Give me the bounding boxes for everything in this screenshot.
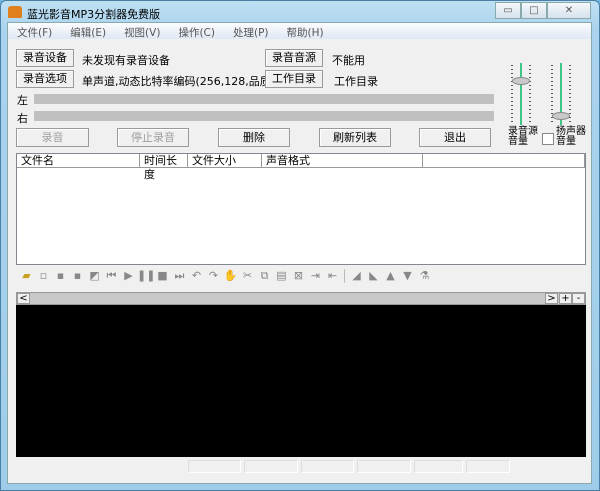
volume-up-icon[interactable]: ▲ bbox=[382, 268, 399, 284]
skip-forward-icon[interactable]: ⏭ bbox=[171, 268, 188, 284]
column-file-name[interactable]: 文件名 bbox=[17, 154, 140, 168]
slider-thumb[interactable] bbox=[512, 77, 530, 85]
save-as-icon[interactable]: ▪ bbox=[69, 268, 86, 284]
paste-icon[interactable]: ▤ bbox=[273, 268, 290, 284]
record-device-value: 未发现有录音设备 bbox=[82, 54, 170, 67]
maximize-button[interactable]: □ bbox=[521, 2, 547, 19]
menu-edit[interactable]: 编辑(E) bbox=[61, 23, 115, 39]
waveform-scrollbar[interactable]: < > + - bbox=[16, 292, 586, 305]
fade-in-icon[interactable]: ◢ bbox=[348, 268, 365, 284]
record-source-button[interactable]: 录音音源 bbox=[265, 49, 323, 67]
left-level-meter bbox=[34, 94, 494, 104]
record-source-value: 不能用 bbox=[332, 54, 365, 67]
minimize-button[interactable]: ▭ bbox=[495, 2, 521, 19]
column-empty bbox=[423, 154, 585, 168]
menu-view[interactable]: 视图(V) bbox=[115, 23, 169, 39]
right-level-meter bbox=[34, 111, 494, 121]
slider-thumb[interactable] bbox=[552, 112, 570, 120]
record-button[interactable]: 录音 bbox=[16, 128, 89, 147]
work-dir-button[interactable]: 工作目录 bbox=[265, 70, 323, 88]
play-icon[interactable]: ▶ bbox=[120, 268, 137, 284]
exit-button[interactable]: 退出 bbox=[419, 128, 491, 147]
waveform-display[interactable] bbox=[16, 305, 586, 457]
export-icon[interactable]: ◩ bbox=[86, 268, 103, 284]
record-source-volume-slider[interactable] bbox=[509, 63, 533, 125]
menu-process[interactable]: 处理(P) bbox=[224, 23, 278, 39]
pause-icon[interactable]: ❚❚ bbox=[137, 268, 155, 284]
status-segment bbox=[188, 460, 241, 473]
scroll-right-button[interactable]: > bbox=[545, 293, 558, 304]
open-folder-icon[interactable]: ▰ bbox=[18, 268, 35, 284]
speaker-checkbox[interactable] bbox=[542, 133, 554, 145]
speaker-volume-label: 扬声器音量 bbox=[556, 126, 586, 147]
record-device-button[interactable]: 录音设备 bbox=[16, 49, 74, 67]
redo-icon[interactable]: ↷ bbox=[205, 268, 222, 284]
status-segment bbox=[357, 460, 411, 473]
column-audio-format[interactable]: 声音格式 bbox=[262, 154, 423, 168]
volume-down-icon[interactable]: ▼ bbox=[399, 268, 416, 284]
status-segment bbox=[244, 460, 298, 473]
left-channel-label: 左 bbox=[17, 94, 28, 107]
close-button[interactable]: ✕ bbox=[547, 2, 591, 19]
copy-icon[interactable]: ⧉ bbox=[256, 268, 273, 284]
stop-icon[interactable]: ■ bbox=[154, 268, 171, 284]
right-channel-label: 右 bbox=[17, 112, 28, 125]
client-area: 文件(F) 编辑(E) 视图(V) 操作(C) 处理(P) 帮助(H) 录音设备… bbox=[7, 22, 592, 484]
save-icon[interactable]: ▪ bbox=[52, 268, 69, 284]
status-segment bbox=[414, 460, 463, 473]
hand-icon[interactable]: ✋ bbox=[222, 268, 239, 284]
menu-operate[interactable]: 操作(C) bbox=[169, 23, 224, 39]
editor-toolbar: ▰ ▫ ▪ ▪ ◩ ⏮ ▶ ❚❚ ■ ⏭ ↶ ↷ ✋ ✂ ⧉ ▤ ⊠ ⇥ ⇤ ◢… bbox=[18, 268, 433, 284]
file-list[interactable]: 文件名 时间长度 文件大小 声音格式 bbox=[16, 153, 586, 265]
record-source-volume-label: 录音源音量 bbox=[508, 126, 538, 147]
zoom-out-button[interactable]: - bbox=[572, 293, 585, 304]
trim-out-icon[interactable]: ⇤ bbox=[324, 268, 341, 284]
stop-record-button[interactable]: 停止录音 bbox=[117, 128, 189, 147]
record-options-button[interactable]: 录音选项 bbox=[16, 70, 74, 88]
cut-icon[interactable]: ✂ bbox=[239, 268, 256, 284]
window-title: 蓝光影音MP3分割器免费版 bbox=[27, 8, 161, 21]
trim-in-icon[interactable]: ⇥ bbox=[307, 268, 324, 284]
menu-bar: 文件(F) 编辑(E) 视图(V) 操作(C) 处理(P) 帮助(H) bbox=[8, 23, 591, 39]
status-segment bbox=[301, 460, 354, 473]
app-icon bbox=[8, 6, 22, 18]
column-file-size[interactable]: 文件大小 bbox=[188, 154, 262, 168]
record-options-value: 单声道,动态比特率编码(256,128,品质5) bbox=[82, 75, 283, 88]
effects-icon[interactable]: ⚗ bbox=[416, 268, 433, 284]
work-dir-value: 工作目录 bbox=[334, 75, 378, 88]
speaker-volume-slider[interactable] bbox=[549, 63, 573, 125]
fade-out-icon[interactable]: ◣ bbox=[365, 268, 382, 284]
skip-back-icon[interactable]: ⏮ bbox=[103, 268, 120, 284]
scroll-left-button[interactable]: < bbox=[17, 293, 30, 304]
menu-help[interactable]: 帮助(H) bbox=[278, 23, 333, 39]
column-duration[interactable]: 时间长度 bbox=[140, 154, 188, 181]
new-file-icon[interactable]: ▫ bbox=[35, 268, 52, 284]
delete-button[interactable]: 删除 bbox=[218, 128, 290, 147]
menu-file[interactable]: 文件(F) bbox=[8, 23, 61, 39]
refresh-list-button[interactable]: 刷新列表 bbox=[319, 128, 391, 147]
undo-icon[interactable]: ↶ bbox=[188, 268, 205, 284]
crop-icon[interactable]: ⊠ bbox=[290, 268, 307, 284]
toolbar-separator bbox=[344, 269, 345, 283]
status-segment bbox=[466, 460, 510, 473]
zoom-in-button[interactable]: + bbox=[559, 293, 572, 304]
